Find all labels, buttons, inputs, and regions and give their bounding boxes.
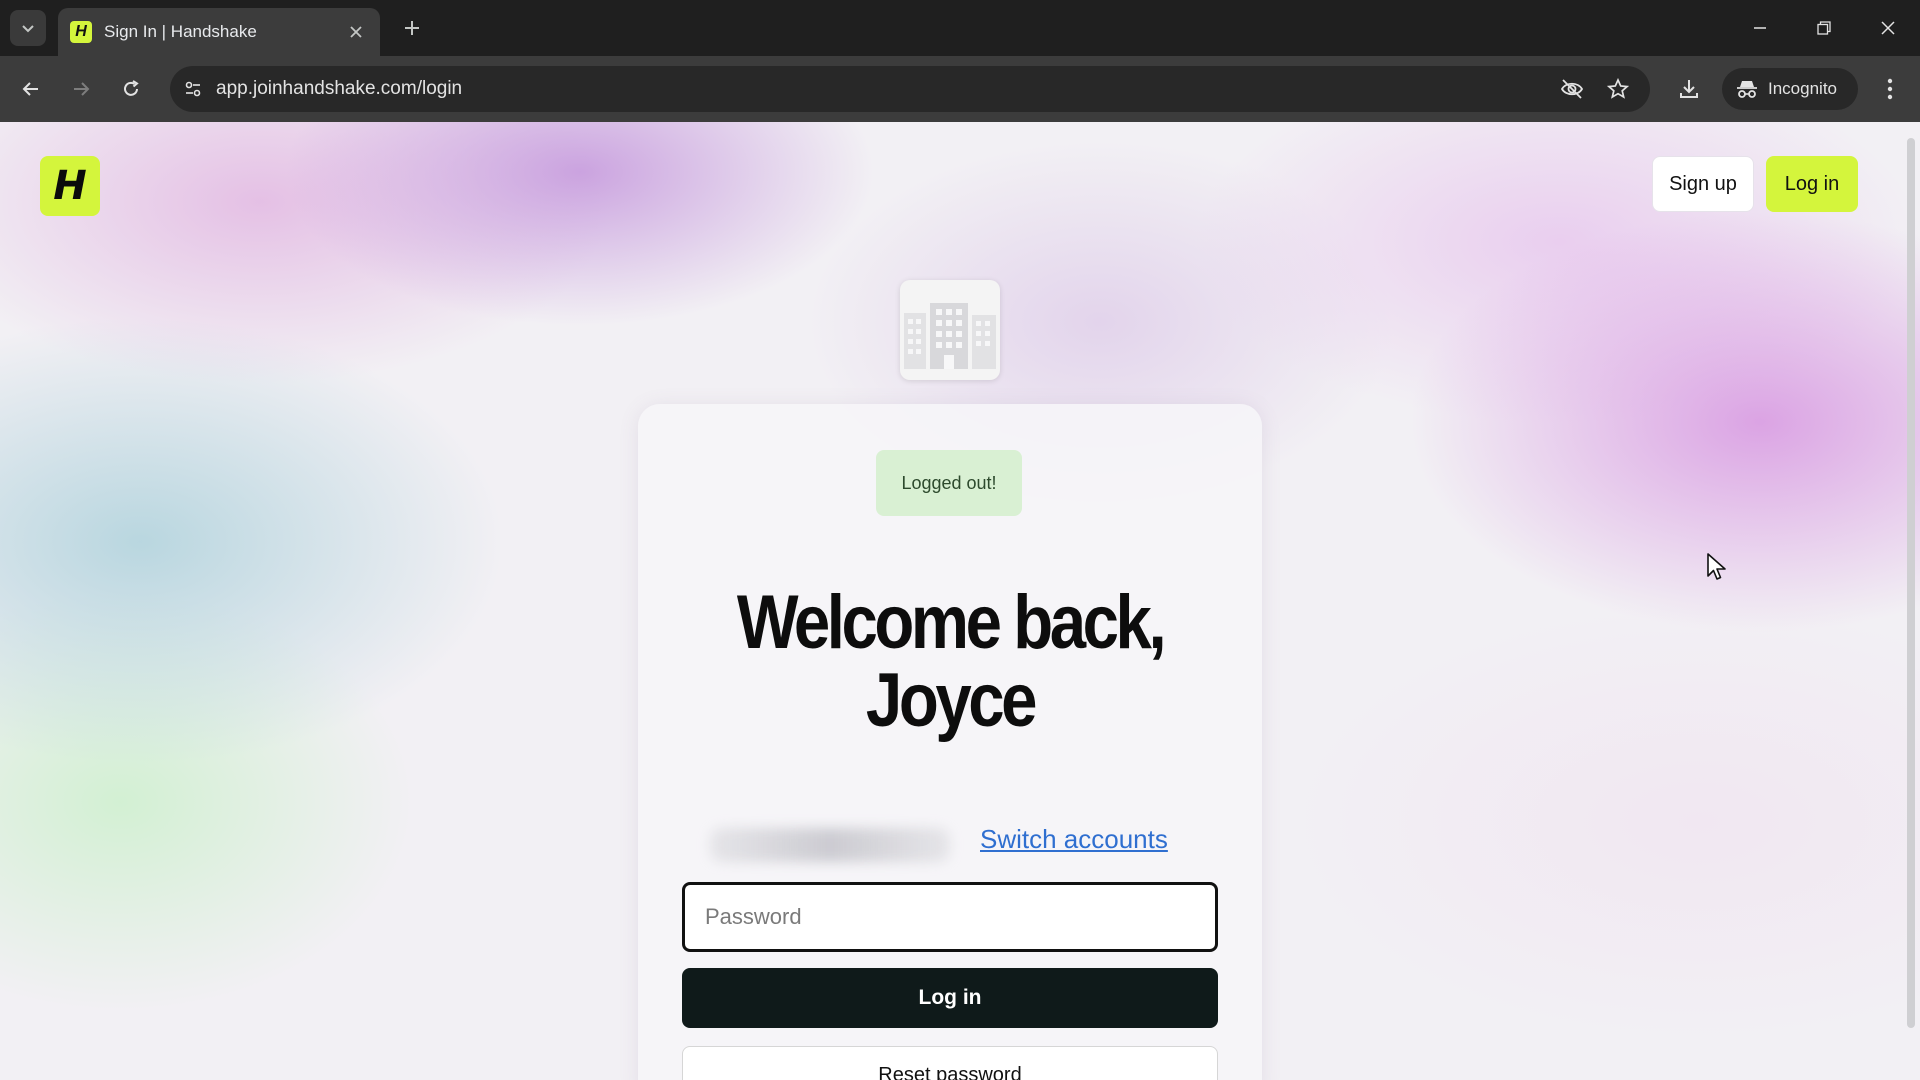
plus-icon bbox=[405, 21, 419, 35]
forward-button[interactable] bbox=[62, 70, 100, 108]
star-icon bbox=[1607, 78, 1629, 99]
welcome-line-2: Joyce bbox=[865, 658, 1038, 743]
close-icon bbox=[350, 26, 362, 38]
reset-password-button[interactable]: Reset password bbox=[682, 1046, 1218, 1080]
url-text[interactable]: app.joinhandshake.com/login bbox=[216, 78, 462, 100]
site-settings-icon bbox=[185, 81, 201, 97]
minimize-button[interactable] bbox=[1738, 8, 1782, 48]
header-login-button[interactable]: Log in bbox=[1766, 156, 1858, 212]
download-icon bbox=[1680, 80, 1698, 98]
tab-close-button[interactable] bbox=[344, 19, 368, 45]
tracking-protection-button[interactable] bbox=[1552, 66, 1592, 112]
browser-menu-button[interactable] bbox=[1872, 70, 1908, 108]
window-close-button[interactable] bbox=[1866, 8, 1910, 48]
cursor-icon bbox=[1707, 553, 1726, 580]
bookmark-button[interactable] bbox=[1598, 66, 1638, 112]
window-close-icon bbox=[1881, 21, 1895, 35]
incognito-badge[interactable]: Incognito bbox=[1722, 68, 1858, 110]
downloads-button[interactable] bbox=[1670, 70, 1708, 108]
tab-title: Sign In | Handshake bbox=[104, 22, 257, 41]
reload-button[interactable] bbox=[112, 70, 150, 108]
company-logo bbox=[900, 280, 1000, 380]
signup-button[interactable]: Sign up bbox=[1652, 156, 1754, 212]
welcome-line-1: Welcome back, bbox=[736, 580, 1167, 665]
login-button[interactable]: Log in bbox=[682, 968, 1218, 1028]
minimize-icon bbox=[1754, 27, 1766, 29]
active-tab[interactable]: H Sign In | Handshake bbox=[58, 8, 380, 56]
handshake-logo[interactable]: H bbox=[40, 156, 100, 216]
incognito-icon bbox=[1737, 81, 1757, 98]
welcome-heading: Welcome back, Joyce bbox=[682, 584, 1219, 740]
login-page: H Sign up Log in Logged out! Welcome bac… bbox=[0, 122, 1920, 1080]
new-tab-button[interactable] bbox=[396, 12, 428, 44]
password-input[interactable] bbox=[682, 882, 1218, 952]
tab-search-button[interactable] bbox=[10, 10, 46, 46]
site-settings-button[interactable] bbox=[170, 66, 216, 112]
restore-icon bbox=[1817, 21, 1831, 35]
login-card: Logged out! Welcome back, Joyce Switch a… bbox=[638, 404, 1262, 1080]
logged-out-toast: Logged out! bbox=[876, 450, 1022, 516]
eye-off-icon bbox=[1560, 79, 1584, 99]
redacted-email bbox=[710, 828, 950, 862]
handshake-favicon-icon: H bbox=[70, 21, 92, 43]
back-button[interactable] bbox=[12, 70, 50, 108]
reload-icon bbox=[124, 80, 139, 96]
more-vert-icon bbox=[1887, 78, 1893, 100]
building-icon bbox=[904, 303, 996, 369]
tab-strip: H Sign In | Handshake bbox=[0, 0, 1920, 56]
incognito-label: Incognito bbox=[1768, 79, 1837, 98]
address-bar[interactable]: app.joinhandshake.com/login bbox=[170, 66, 1650, 112]
page-scrollbar[interactable] bbox=[1902, 122, 1920, 1080]
switch-accounts-link[interactable]: Switch accounts bbox=[980, 824, 1168, 855]
forward-icon bbox=[74, 82, 90, 96]
browser-toolbar: app.joinhandshake.com/login Incognito bbox=[0, 56, 1920, 122]
back-icon bbox=[22, 82, 38, 96]
scrollbar-thumb[interactable] bbox=[1907, 138, 1915, 1028]
restore-button[interactable] bbox=[1802, 8, 1846, 48]
tab-search-icon bbox=[22, 25, 34, 33]
